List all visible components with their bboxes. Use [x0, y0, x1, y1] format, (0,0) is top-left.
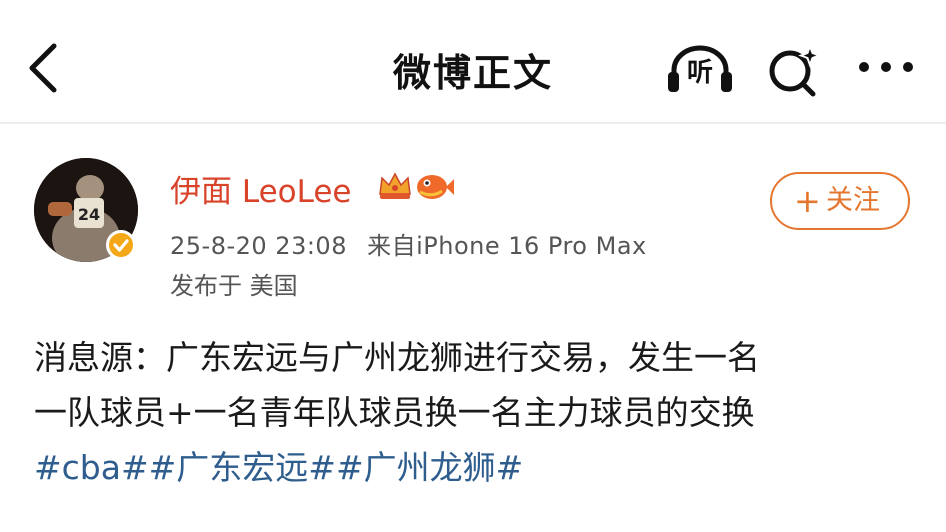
- listen-label: 听: [686, 58, 713, 88]
- search-button[interactable]: [766, 43, 822, 98]
- follow-label: 关注: [826, 185, 880, 216]
- post-location: 发布于 美国: [170, 272, 298, 300]
- post-text-line-2: 一队球员+一名青年队球员换一名主力球员的交换: [34, 393, 755, 432]
- fish-badge-icon: [417, 175, 454, 199]
- post-text-line-1: 消息源：广东宏远与广州龙狮进行交易，发生一名: [34, 338, 760, 377]
- post-meta: 25-8-20 23:08 来自iPhone 16 Pro Max: [170, 226, 647, 261]
- author-name[interactable]: 伊面 LeoLee: [170, 166, 352, 211]
- post-body: 消息源：广东宏远与广州龙狮进行交易，发生一名 一队球员+一名青年队球员换一名主力…: [34, 330, 934, 495]
- top-navigation-bar: 微博正文 听: [0, 0, 946, 122]
- hashtag-guangdong-hongyuan[interactable]: #广东宏远#: [149, 448, 336, 487]
- more-dots-icon: [859, 62, 913, 72]
- follow-button[interactable]: + 关注: [770, 172, 910, 230]
- post-hashtags: #cba##广东宏远##广州龙狮#: [34, 440, 934, 495]
- listen-button[interactable]: 听: [666, 44, 734, 94]
- crown-badge-icon: [379, 172, 411, 199]
- plus-icon: +: [794, 182, 821, 220]
- post-source: 来自iPhone 16 Pro Max: [367, 232, 647, 260]
- post-timestamp: 25-8-20 23:08: [170, 232, 347, 260]
- verified-badge-icon: [106, 230, 136, 260]
- sparkle-search-icon: [769, 43, 822, 97]
- user-badges: [376, 168, 456, 204]
- more-options-button[interactable]: [856, 52, 916, 82]
- header-divider: [0, 122, 946, 124]
- hashtag-cba[interactable]: #cba#: [34, 448, 149, 487]
- hashtag-guangzhou-longshi[interactable]: #广州龙狮#: [336, 448, 523, 487]
- avatar-jersey-number: 24: [78, 205, 100, 224]
